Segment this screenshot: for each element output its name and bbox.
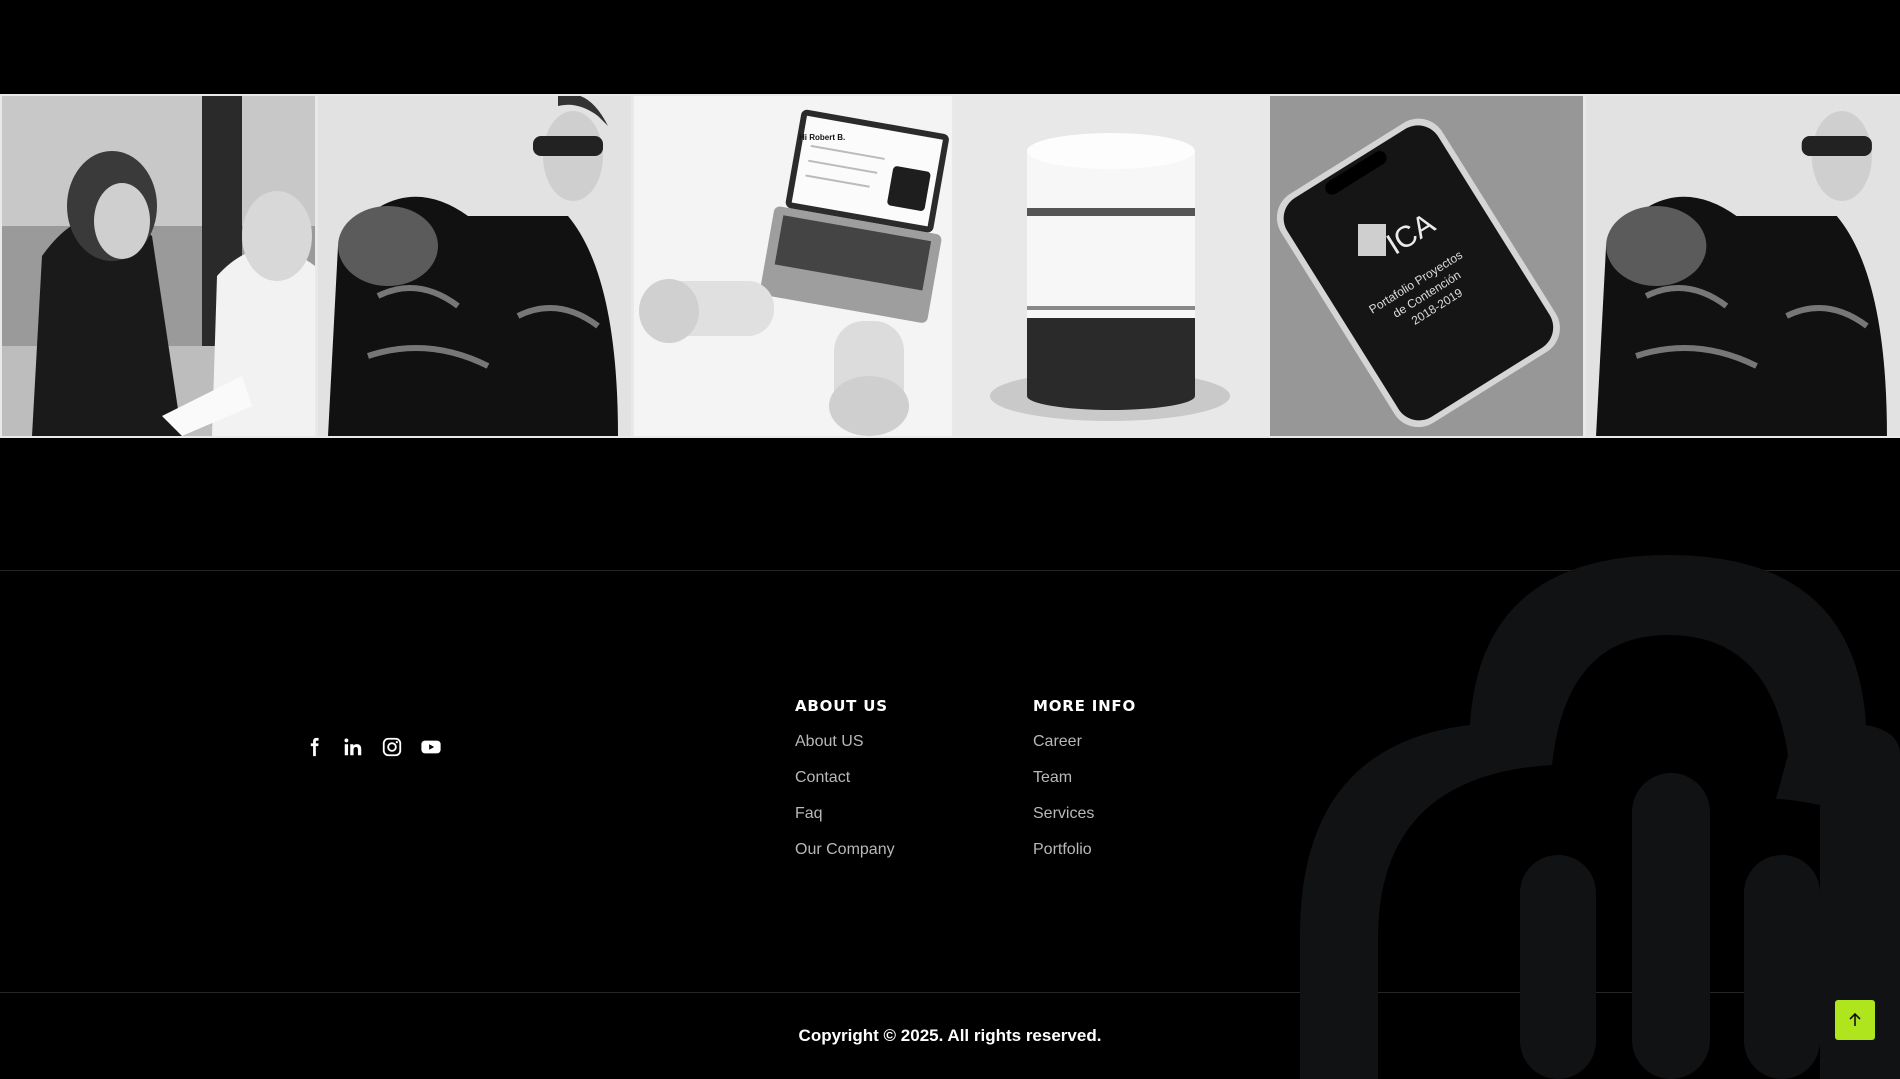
list-item: Contact: [795, 769, 895, 790]
gallery-strip: Hi Robert B. ICA Portafolio Proyectos de…: [0, 94, 1900, 438]
gallery-image-jacket-2[interactable]: [1586, 96, 1900, 436]
youtube-icon[interactable]: [420, 736, 442, 758]
gallery-image-jacket[interactable]: [318, 96, 631, 436]
facebook-icon[interactable]: [303, 736, 325, 758]
footer-link-portfolio[interactable]: Portfolio: [1033, 841, 1092, 858]
gallery-image-phone[interactable]: ICA Portafolio Proyectos de Contención 2…: [1270, 96, 1583, 436]
footer-col-more-heading: MORE INFO: [1033, 697, 1137, 715]
footer-col-more: MORE INFO Career Team Services Portfolio: [1033, 697, 1136, 877]
gallery-image-cylinder[interactable]: [955, 96, 1267, 436]
gallery-image-meeting[interactable]: [2, 96, 315, 436]
gallery-image-laptop[interactable]: Hi Robert B.: [634, 96, 952, 436]
social-links: [303, 736, 442, 758]
list-item: About US: [795, 733, 895, 754]
copyright-text: Copyright © 2025. All rights reserved.: [798, 1026, 1102, 1045]
footer-link-career[interactable]: Career: [1033, 733, 1082, 750]
footer-link-contact[interactable]: Contact: [795, 769, 850, 786]
footer-link-team[interactable]: Team: [1033, 769, 1072, 786]
list-item: Services: [1033, 805, 1136, 826]
footer-col-more-list: Career Team Services Portfolio: [1033, 733, 1136, 862]
laptop-screen-greeting: Hi Robert B.: [799, 133, 845, 142]
footer-col-about-heading: ABOUT US: [795, 697, 888, 715]
footer-col-about: ABOUT US About US Contact Faq Our Compan…: [795, 697, 895, 877]
footer-col-about-list: About US Contact Faq Our Company: [795, 733, 895, 862]
footer-link-faq[interactable]: Faq: [795, 805, 823, 822]
list-item: Career: [1033, 733, 1136, 754]
back-to-top-button[interactable]: [1835, 1000, 1875, 1040]
arrow-up-icon: [1849, 1012, 1861, 1026]
brand-cloud-logo-icon: [1300, 555, 1900, 1079]
footer-link-about-us[interactable]: About US: [795, 733, 863, 750]
list-item: Team: [1033, 769, 1136, 790]
linkedin-icon[interactable]: [342, 736, 364, 758]
list-item: Our Company: [795, 841, 895, 862]
list-item: Faq: [795, 805, 895, 826]
footer-link-services[interactable]: Services: [1033, 805, 1094, 822]
instagram-icon[interactable]: [381, 736, 403, 758]
footer-link-our-company[interactable]: Our Company: [795, 841, 895, 858]
list-item: Portfolio: [1033, 841, 1136, 862]
